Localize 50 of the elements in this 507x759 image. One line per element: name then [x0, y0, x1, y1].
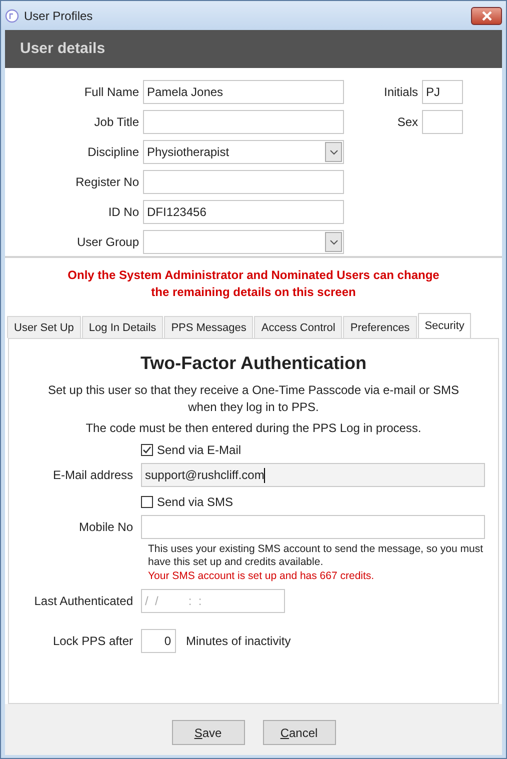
chevron-down-icon	[330, 240, 338, 244]
field-label: Lock PPS after	[52, 634, 133, 648]
field-label: Mobile No	[78, 520, 133, 534]
field-suffix: Minutes of inactivity	[186, 634, 291, 648]
minutes-field[interactable]: 0	[141, 629, 176, 653]
field-label: Register No	[74, 175, 139, 189]
tab[interactable]: User Set Up	[7, 316, 81, 338]
input-field[interactable]	[143, 170, 344, 194]
sms-checkbox[interactable]: Send via SMS	[141, 495, 234, 509]
email-checkbox[interactable]: Send via E-Mail	[141, 443, 242, 457]
tab[interactable]: Log In Details	[82, 316, 164, 338]
tab[interactable]: Preferences	[343, 316, 417, 338]
close-button[interactable]	[471, 6, 502, 24]
intro-text: The code must be then entered during the PPS Log in process.	[84, 421, 422, 435]
tab[interactable]: Security	[418, 313, 472, 338]
input-field[interactable]	[143, 110, 344, 134]
mobile-field[interactable]	[141, 515, 485, 539]
close-icon	[482, 10, 492, 20]
tab[interactable]: Access Control	[254, 316, 342, 338]
email-field[interactable]: support@rushcliff.com	[141, 463, 485, 487]
dialog-button[interactable]: Save	[172, 720, 244, 745]
input-field[interactable]: DFI123456	[143, 200, 344, 224]
checkbox[interactable]	[141, 444, 153, 456]
dropdown[interactable]: Physiotherapist	[143, 140, 344, 164]
field-label: Discipline	[86, 145, 139, 159]
input-field[interactable]: Pamela Jones	[143, 80, 344, 104]
input-field[interactable]: PJ	[422, 80, 463, 104]
intro-text: Set up this user so that they receive a One-Time Passcode via e-mail or SMS when they log in to PPS.	[46, 382, 460, 416]
input-field[interactable]	[422, 110, 463, 134]
field-label: Initials	[382, 85, 418, 99]
chevron-down-icon	[330, 150, 338, 154]
notice-text: Only the System Administrator and Nominated Users can change the remaining details on this screen	[66, 267, 440, 301]
dropdown-button[interactable]	[325, 232, 342, 252]
dialog-button[interactable]: Cancel	[262, 720, 336, 745]
section-header: User details	[5, 30, 502, 68]
app-icon	[5, 8, 19, 22]
window-title: User Profiles	[24, 8, 94, 22]
field-label: E-Mail address	[52, 468, 133, 482]
dropdown-button[interactable]	[325, 142, 342, 162]
field-label: Job Title	[93, 115, 139, 129]
field-label: ID No	[107, 205, 139, 219]
panel-title: Two-Factor Authentication	[140, 353, 368, 374]
field-label: Last Authenticated	[33, 594, 133, 608]
field-label: User Group	[76, 235, 139, 249]
field-label: Full Name	[83, 85, 139, 99]
sms-note: This uses your existing SMS account to send the message, so you must have this set up and credits available.	[148, 543, 484, 569]
checkbox[interactable]	[141, 496, 153, 508]
sms-status: Your SMS account is set up and has 667 credits.	[148, 570, 376, 583]
tab[interactable]: PPS Messages	[164, 316, 254, 338]
field-label: Sex	[396, 115, 418, 129]
